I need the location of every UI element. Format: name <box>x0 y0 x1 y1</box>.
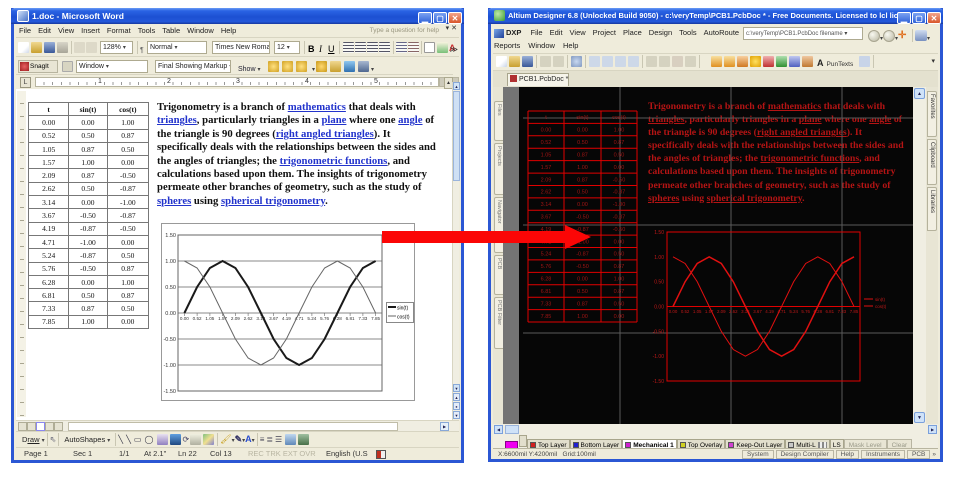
svg-text:0.87: 0.87 <box>614 264 625 270</box>
svg-text:1.00: 1.00 <box>614 128 625 134</box>
svg-text:1.50: 1.50 <box>654 230 664 236</box>
svg-text:0.50: 0.50 <box>577 140 588 146</box>
svg-text:0.00: 0.00 <box>614 314 625 320</box>
svg-text:-1.50: -1.50 <box>163 389 176 395</box>
svg-text:sin(t): sin(t) <box>397 306 408 312</box>
svg-text:-1.50: -1.50 <box>653 379 665 385</box>
svg-text:6.81: 6.81 <box>346 316 355 321</box>
svg-text:4.19: 4.19 <box>765 309 774 314</box>
svg-text:2.62: 2.62 <box>729 309 738 314</box>
svg-text:-0.50: -0.50 <box>613 227 626 233</box>
svg-text:-0.50: -0.50 <box>576 215 589 221</box>
svg-text:7.85: 7.85 <box>541 314 552 320</box>
svg-text:-0.50: -0.50 <box>576 264 589 270</box>
svg-text:1.00: 1.00 <box>577 314 588 320</box>
svg-text:-0.87: -0.87 <box>613 190 626 196</box>
svg-text:1.05: 1.05 <box>541 152 552 158</box>
svg-text:0.50: 0.50 <box>654 280 664 286</box>
svg-text:1.05: 1.05 <box>205 316 214 321</box>
svg-text:0.50: 0.50 <box>614 152 625 158</box>
svg-text:2.09: 2.09 <box>717 309 726 314</box>
svg-text:sin(t): sin(t) <box>576 115 588 121</box>
svg-text:6.81: 6.81 <box>826 309 835 314</box>
svg-text:0.00: 0.00 <box>180 316 189 321</box>
svg-text:0.00: 0.00 <box>165 311 176 317</box>
svg-text:0.50: 0.50 <box>577 289 588 295</box>
svg-text:4.19: 4.19 <box>282 316 291 321</box>
svg-text:0.00: 0.00 <box>577 128 588 134</box>
svg-text:0.00: 0.00 <box>614 239 625 245</box>
svg-text:cos(t): cos(t) <box>875 304 887 309</box>
svg-text:-0.50: -0.50 <box>613 177 626 183</box>
svg-text:0.87: 0.87 <box>577 152 588 158</box>
svg-text:0.87: 0.87 <box>577 301 588 307</box>
svg-text:0.87: 0.87 <box>577 177 588 183</box>
svg-text:0.00: 0.00 <box>614 165 625 171</box>
svg-text:cos(t): cos(t) <box>397 315 410 321</box>
svg-text:0.00: 0.00 <box>577 202 588 208</box>
svg-text:1.00: 1.00 <box>654 255 664 261</box>
svg-text:3.67: 3.67 <box>541 215 552 221</box>
svg-text:0.50: 0.50 <box>614 301 625 307</box>
svg-text:0.00: 0.00 <box>654 305 664 311</box>
svg-text:5.24: 5.24 <box>541 252 552 258</box>
svg-text:0.00: 0.00 <box>541 128 552 134</box>
svg-text:5.76: 5.76 <box>801 309 810 314</box>
svg-text:cos(t): cos(t) <box>612 115 626 121</box>
svg-text:7.33: 7.33 <box>358 316 367 321</box>
svg-text:0.52: 0.52 <box>193 316 202 321</box>
svg-text:7.85: 7.85 <box>371 316 380 321</box>
svg-text:7.85: 7.85 <box>850 309 859 314</box>
svg-text:5.76: 5.76 <box>541 264 552 270</box>
svg-text:1.00: 1.00 <box>614 277 625 283</box>
svg-text:-1.00: -1.00 <box>613 202 626 208</box>
svg-text:6.81: 6.81 <box>541 289 552 295</box>
svg-text:3.67: 3.67 <box>269 316 278 321</box>
svg-text:7.33: 7.33 <box>541 301 552 307</box>
svg-text:-0.50: -0.50 <box>653 329 665 335</box>
svg-text:2.09: 2.09 <box>541 177 552 183</box>
svg-text:-0.87: -0.87 <box>613 215 626 221</box>
svg-text:1.57: 1.57 <box>541 165 552 171</box>
svg-text:0.50: 0.50 <box>165 285 176 291</box>
svg-text:3.14: 3.14 <box>541 202 552 208</box>
svg-text:2.62: 2.62 <box>541 190 552 196</box>
svg-text:-1.00: -1.00 <box>653 354 665 360</box>
svg-text:3.67: 3.67 <box>753 309 762 314</box>
svg-text:5.24: 5.24 <box>307 316 316 321</box>
svg-text:0.00: 0.00 <box>577 277 588 283</box>
svg-text:1.50: 1.50 <box>165 233 176 239</box>
svg-text:5.76: 5.76 <box>320 316 329 321</box>
svg-text:0.52: 0.52 <box>541 140 552 146</box>
svg-text:0.50: 0.50 <box>614 252 625 258</box>
svg-text:1.00: 1.00 <box>577 165 588 171</box>
svg-text:5.24: 5.24 <box>789 309 798 314</box>
svg-text:1.05: 1.05 <box>693 309 702 314</box>
svg-text:0.52: 0.52 <box>681 309 690 314</box>
svg-text:-0.50: -0.50 <box>163 337 176 343</box>
svg-text:0.00: 0.00 <box>669 309 678 314</box>
svg-text:1.00: 1.00 <box>165 259 176 265</box>
svg-text:7.33: 7.33 <box>838 309 847 314</box>
svg-text:0.87: 0.87 <box>614 289 625 295</box>
svg-text:0.50: 0.50 <box>577 190 588 196</box>
svg-text:0.87: 0.87 <box>614 140 625 146</box>
svg-text:2.09: 2.09 <box>231 316 240 321</box>
svg-text:2.62: 2.62 <box>244 316 253 321</box>
svg-text:6.28: 6.28 <box>541 277 552 283</box>
svg-text:-1.00: -1.00 <box>163 363 176 369</box>
svg-text:-0.87: -0.87 <box>576 252 589 258</box>
svg-text:sin(t): sin(t) <box>875 297 886 302</box>
